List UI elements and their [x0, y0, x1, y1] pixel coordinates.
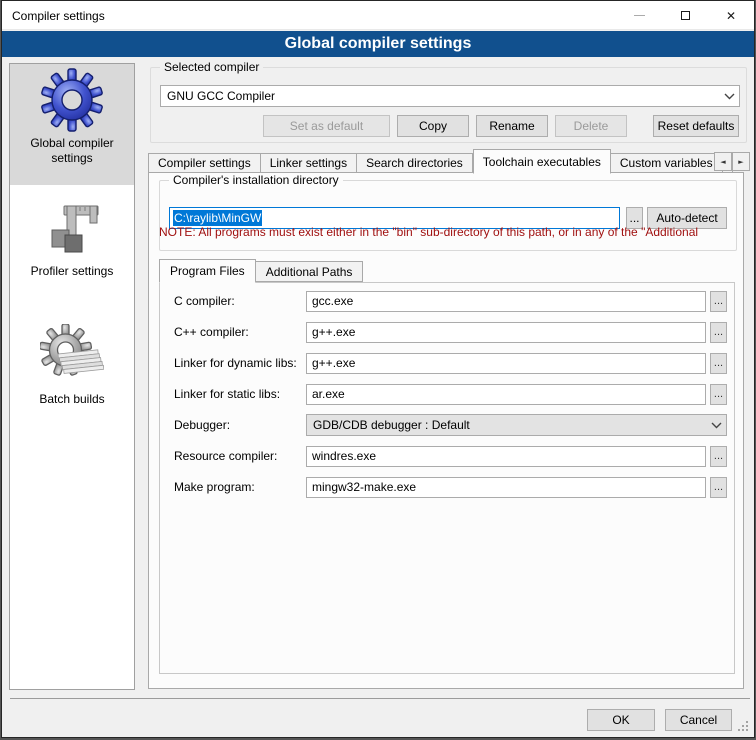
installation-directory-value: C:\raylib\MinGW [173, 210, 262, 226]
tab-scroll-right-button[interactable]: ► [732, 152, 750, 171]
tab-custom-variables[interactable]: Custom variables [611, 153, 723, 173]
copy-button[interactable]: Copy [397, 115, 469, 137]
linker-dynamic-browse-button[interactable]: ... [710, 353, 727, 374]
ok-button[interactable]: OK [587, 709, 655, 731]
sidebar-item-label: Global compiler settings [10, 134, 134, 172]
linker-static-input[interactable] [306, 384, 706, 405]
cancel-button[interactable]: Cancel [665, 709, 732, 731]
field-label: Linker for static libs: [174, 387, 306, 401]
program-files-tabstrip: Program Files Additional Paths [159, 258, 363, 282]
minimize-button [616, 1, 662, 30]
field-row-linker-static: Linker for static libs: ... [174, 383, 727, 405]
chevron-down-icon [719, 93, 739, 100]
field-row-resource-compiler: Resource compiler: ... [174, 445, 727, 467]
field-row-c-compiler: C compiler: ... [174, 290, 727, 312]
sidebar-item-label: Profiler settings [10, 262, 134, 285]
field-label: Make program: [174, 480, 306, 494]
bin-subdirectory-note: NOTE: All programs must exist either in … [159, 225, 717, 239]
sidebar-item-batch-builds[interactable]: Batch builds [10, 320, 134, 413]
field-label: C++ compiler: [174, 325, 306, 339]
titlebar: Compiler settings ✕ [2, 1, 754, 30]
selected-compiler-group: Selected compiler GNU GCC Compiler Set a… [150, 67, 747, 143]
tab-scroll-left-button[interactable]: ◄ [714, 152, 732, 171]
resource-compiler-input[interactable] [306, 446, 706, 467]
maximize-button[interactable] [662, 1, 708, 30]
resize-grip-icon[interactable] [738, 721, 740, 723]
installation-directory-group: Compiler's installation directory C:\ray… [159, 180, 737, 251]
subtab-additional-paths[interactable]: Additional Paths [256, 261, 364, 282]
sidebar-item-profiler-settings[interactable]: Profiler settings [10, 192, 134, 285]
c-compiler-browse-button[interactable]: ... [710, 291, 727, 312]
close-icon: ✕ [726, 9, 736, 23]
arrow-left-icon: ◄ [720, 158, 725, 166]
field-row-make-program: Make program: ... [174, 476, 727, 498]
settings-tabstrip: Compiler settings Linker settings Search… [148, 148, 714, 173]
window-title: Compiler settings [12, 9, 105, 23]
footer-divider [10, 698, 750, 699]
tab-toolchain-executables[interactable]: Toolchain executables [473, 149, 611, 174]
arrow-right-icon: ► [738, 158, 743, 166]
settings-category-list: Global compiler settings Profiler [9, 63, 135, 690]
field-label: Debugger: [174, 418, 306, 432]
program-files-page: C compiler: ... C++ compiler: ... Linker… [159, 282, 735, 674]
caption-buttons: ✕ [616, 1, 754, 30]
compiler-select[interactable]: GNU GCC Compiler [160, 85, 740, 107]
field-label: Linker for dynamic libs: [174, 356, 306, 370]
rename-button[interactable]: Rename [476, 115, 548, 137]
linker-dynamic-input[interactable] [306, 353, 706, 374]
field-label: C compiler: [174, 294, 306, 308]
toolchain-executables-page: Compiler's installation directory C:\ray… [148, 172, 744, 689]
delete-button: Delete [555, 115, 627, 137]
field-row-cpp-compiler: C++ compiler: ... [174, 321, 727, 343]
installation-directory-group-label: Compiler's installation directory [169, 173, 343, 187]
resource-compiler-browse-button[interactable]: ... [710, 446, 727, 467]
cpp-compiler-browse-button[interactable]: ... [710, 322, 727, 343]
linker-static-browse-button[interactable]: ... [710, 384, 727, 405]
blue-gear-icon [40, 68, 104, 132]
cpp-compiler-input[interactable] [306, 322, 706, 343]
caliper-icon [40, 196, 104, 260]
c-compiler-input[interactable] [306, 291, 706, 312]
make-program-browse-button[interactable]: ... [710, 477, 727, 498]
tab-linker-settings[interactable]: Linker settings [261, 153, 357, 173]
selected-compiler-group-label: Selected compiler [160, 60, 263, 74]
chevron-down-icon [706, 422, 726, 429]
gray-gear-stack-icon [40, 324, 104, 388]
sidebar-item-label: Batch builds [10, 390, 134, 413]
tab-search-directories[interactable]: Search directories [357, 153, 473, 173]
close-button[interactable]: ✕ [708, 1, 754, 30]
compiler-settings-dialog: Compiler settings ✕ Global compiler sett… [1, 0, 755, 738]
compiler-select-value: GNU GCC Compiler [161, 89, 719, 103]
sidebar-item-global-compiler-settings[interactable]: Global compiler settings [10, 64, 134, 185]
debugger-select-value: GDB/CDB debugger : Default [307, 418, 706, 432]
field-label: Resource compiler: [174, 449, 306, 463]
field-row-linker-dynamic: Linker for dynamic libs: ... [174, 352, 727, 374]
field-row-debugger: Debugger: GDB/CDB debugger : Default [174, 414, 727, 436]
subtab-program-files[interactable]: Program Files [159, 259, 256, 283]
set-as-default-button: Set as default [263, 115, 390, 137]
tab-compiler-settings[interactable]: Compiler settings [148, 153, 261, 173]
debugger-select[interactable]: GDB/CDB debugger : Default [306, 414, 727, 436]
compiler-buttons-row: Set as default Copy Rename Delete Reset … [151, 115, 739, 137]
maximize-icon [681, 11, 690, 20]
minimize-icon [634, 15, 645, 16]
make-program-input[interactable] [306, 477, 706, 498]
page-title: Global compiler settings [2, 31, 754, 57]
reset-defaults-button[interactable]: Reset defaults [653, 115, 739, 137]
